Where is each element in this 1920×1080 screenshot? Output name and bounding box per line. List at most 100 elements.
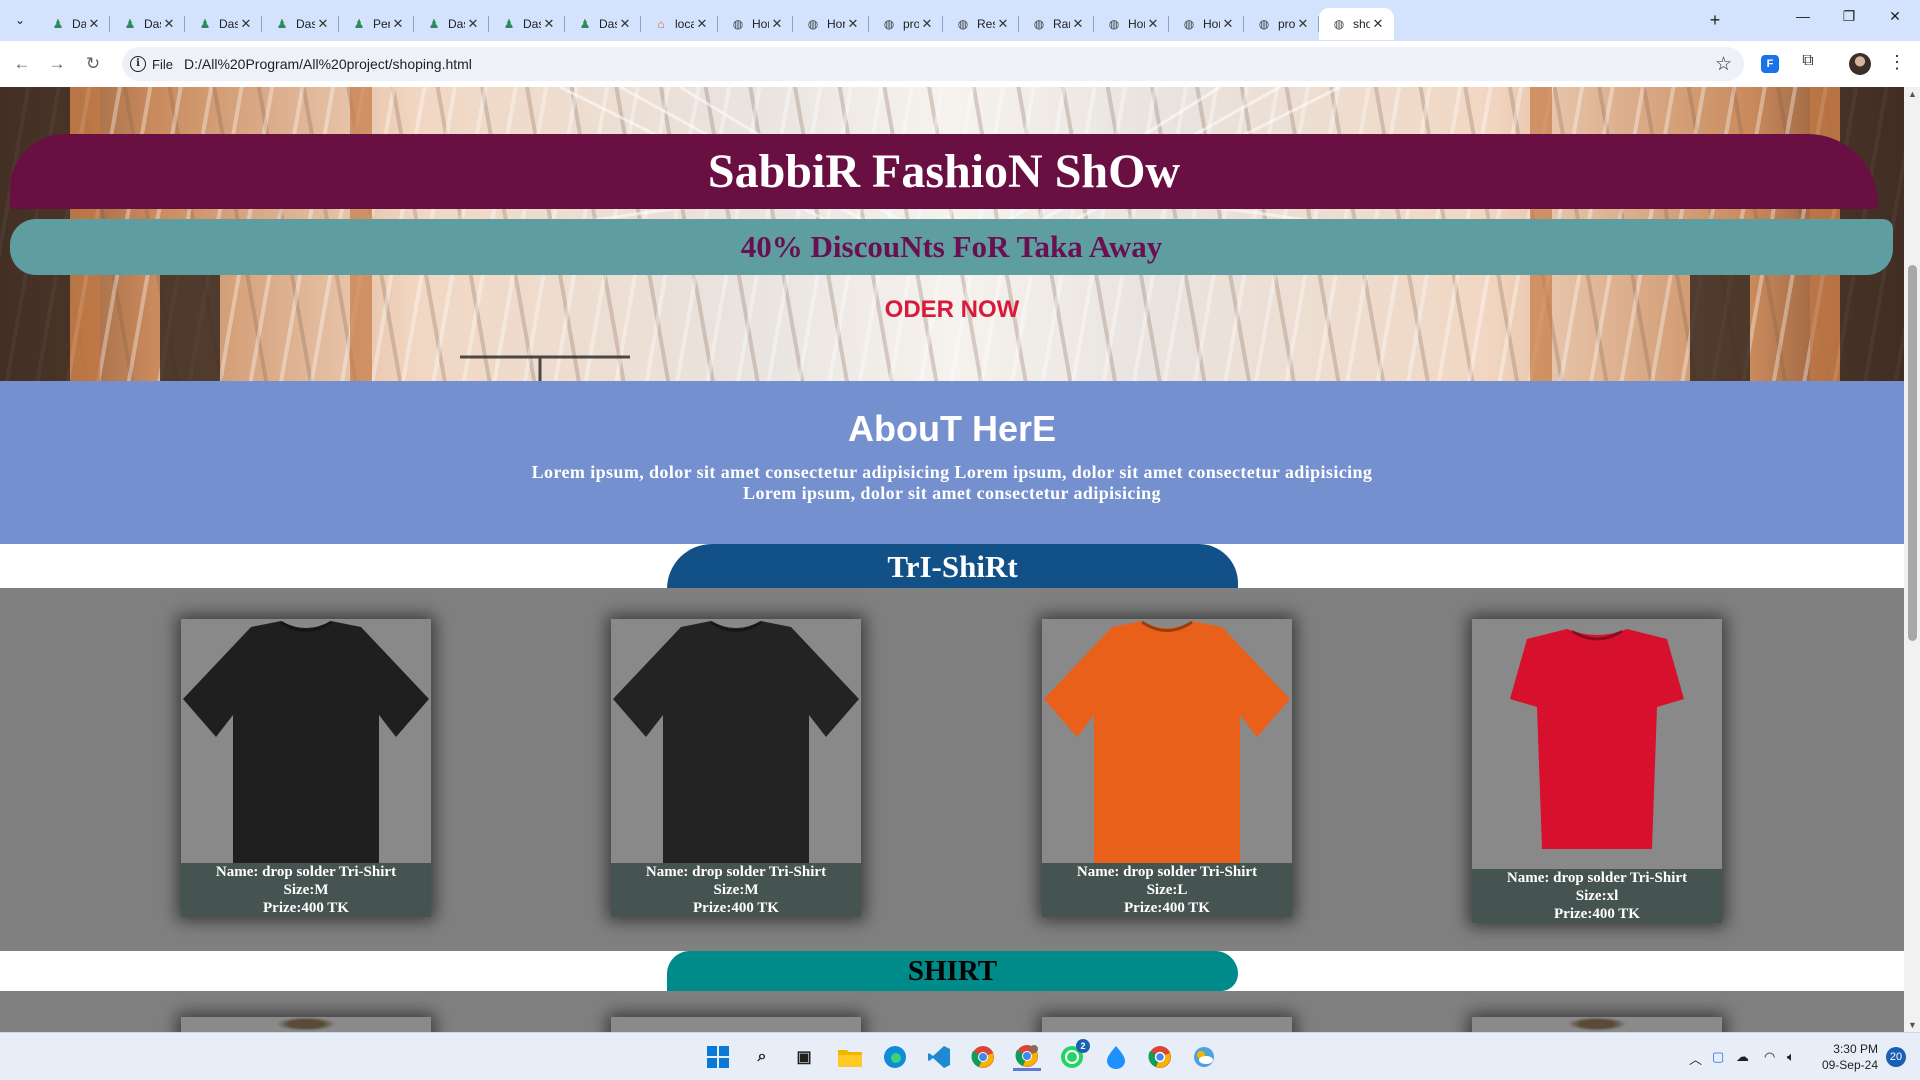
product-size: Size:M [283,882,329,898]
edge-icon[interactable] [881,1043,909,1071]
file-explorer-icon[interactable] [836,1043,864,1071]
app-drop-icon[interactable] [1102,1043,1130,1071]
shirt-card[interactable] [1042,1017,1292,1032]
tab-6[interactable]: ♟ Das✕ [489,8,565,40]
shirt-card[interactable] [1472,1017,1722,1032]
tab-title: Hor [827,17,845,31]
volume-icon[interactable]: 🔈︎ [1787,1049,1795,1065]
close-window-button[interactable]: ✕ [1872,8,1918,32]
product-caption: Name: drop solder Tri-Shirt Size:L Prize:4… [1042,863,1292,917]
chrome-icon-2[interactable] [1146,1043,1174,1071]
vscode-icon[interactable] [925,1043,953,1071]
product-image [611,619,861,863]
globe-icon: ◍ [732,17,744,31]
scroll-up-arrow-icon[interactable]: ▲ [1908,89,1917,99]
person-icon: ♟ [428,17,440,31]
windows-start-icon[interactable] [704,1043,732,1071]
tab-15[interactable]: ◍ Hor✕ [1169,8,1244,40]
tab-12[interactable]: ◍ Res✕ [943,8,1019,40]
profile-avatar[interactable] [1849,53,1871,75]
product-card[interactable]: Name: drop solder Tri-Shirt Size:M Prize:4… [611,619,861,917]
url-text[interactable]: D:/All%20Program/All%20project/shoping.h… [184,56,472,72]
tab-close-icon[interactable]: ✕ [1070,16,1086,32]
tab-title: proj [1278,17,1295,31]
product-card[interactable]: Name: drop solder Tri-Shirt Size:M Prize:4… [181,619,431,917]
order-now-button[interactable]: ODER NOW [0,296,1904,324]
tab-close-icon[interactable]: ✕ [1370,16,1386,32]
tab-title: Das [448,17,465,31]
tab-close-icon[interactable]: ✕ [238,16,254,32]
person-icon: ♟ [276,17,288,31]
product-image [181,619,431,863]
chrome-icon[interactable] [969,1043,997,1071]
tab-8[interactable]: ⌂ loca ✕ [641,8,718,40]
tab-13[interactable]: ◍ Ran✕ [1019,8,1094,40]
tab-close-icon[interactable]: ✕ [919,16,935,32]
notification-badge[interactable]: 20 [1886,1047,1906,1067]
network-icon[interactable]: ☁ [1736,1049,1749,1065]
tab-close-icon[interactable]: ✕ [1295,16,1311,32]
globe-icon: ◍ [1108,17,1120,31]
tab-2[interactable]: ♟ Das ✕ [185,8,262,40]
tab-close-icon[interactable]: ✕ [541,16,557,32]
tab-close-icon[interactable]: ✕ [769,16,785,32]
tab-9[interactable]: ◍ Hor✕ [718,8,793,40]
product-card[interactable]: Name: drop solder Tri-Shirt Size:xl Prize:… [1472,619,1722,923]
product-card[interactable]: Name: drop solder Tri-Shirt Size:L Prize:4… [1042,619,1292,917]
extensions-puzzle-icon[interactable]: ⧉ [1796,52,1820,76]
reload-button[interactable]: ↻ [79,50,107,78]
tab-search-button[interactable]: ⌄ [8,8,32,32]
page-title: SabbiR FashioN ShOw [707,145,1181,198]
scheme-label: File [152,56,173,72]
globe-icon: ◍ [1183,17,1195,31]
shirt-card[interactable] [611,1017,861,1032]
task-view-icon[interactable]: ▣ [790,1043,818,1071]
extension-f-icon[interactable]: F [1761,55,1779,73]
tab-close-icon[interactable]: ✕ [995,16,1011,32]
tab-close-icon[interactable]: ✕ [465,16,481,32]
address-bar[interactable]: i File D:/All%20Program/All%20project/sh… [122,47,1744,81]
scrollbar-thumb[interactable] [1908,265,1917,641]
new-tab-button[interactable]: + [1703,10,1727,32]
tab-10[interactable]: ◍ Hor ✕ [793,8,869,40]
bookmark-star-icon[interactable]: ☆ [1715,53,1732,76]
scroll-down-arrow-icon[interactable]: ▼ [1908,1020,1917,1030]
tab-17[interactable]: ◍ sho ✕ [1319,8,1394,40]
page-scrollbar[interactable]: ▲ ▼ [1904,87,1920,1032]
restore-button[interactable]: ❐ [1826,8,1872,32]
minimize-button[interactable]: — [1780,8,1826,32]
tab-close-icon[interactable]: ✕ [161,16,177,32]
tab-7[interactable]: ♟ Das✕ [565,8,641,40]
tab-close-icon[interactable]: ✕ [315,16,331,32]
tray-chevron-icon[interactable]: ︿ [1689,1049,1702,1068]
tab-1[interactable]: ♟ Das✕ [110,8,185,40]
tab-5[interactable]: ♟ Das✕ [414,8,489,40]
shirt-card[interactable] [181,1017,431,1032]
search-icon[interactable]: ⌕ [748,1043,776,1071]
tab-14[interactable]: ◍ Hor✕ [1094,8,1169,40]
chrome-menu-button[interactable]: ⋮ [1885,52,1909,76]
tab-close-icon[interactable]: ✕ [694,16,710,32]
tshirt-section-header: TrI-ShiRt [667,544,1238,589]
tab-close-icon[interactable]: ✕ [390,16,406,32]
forward-button[interactable]: → [43,50,71,78]
whatsapp-icon[interactable]: 2 [1058,1039,1090,1071]
tab-4[interactable]: ♟ Pers✕ [339,8,414,40]
tab-close-icon[interactable]: ✕ [1145,16,1161,32]
system-clock[interactable]: 3:30 PM 09-Sep-24 [1818,1041,1878,1073]
back-button[interactable]: ← [8,50,36,78]
tab-close-icon[interactable]: ✕ [617,16,633,32]
discount-text: 40% DiscouNts FoR Taka Away [740,229,1163,264]
wifi-icon[interactable]: ◠ [1764,1049,1775,1065]
tab-11[interactable]: ◍ proj✕ [869,8,943,40]
weather-icon[interactable] [1190,1043,1218,1071]
tab-3[interactable]: ♟ Das ✕ [262,8,339,40]
tray-app-icon[interactable]: ▢ [1712,1049,1724,1065]
tab-close-icon[interactable]: ✕ [1220,16,1236,32]
site-info-chip[interactable]: i File [130,52,173,76]
tab-16[interactable]: ◍ proj✕ [1244,8,1319,40]
tab-0[interactable]: ♟ Das✕ [38,8,110,40]
tab-close-icon[interactable]: ✕ [86,16,102,32]
chrome-profile-icon[interactable] [1013,1043,1041,1071]
tab-close-icon[interactable]: ✕ [845,16,861,32]
